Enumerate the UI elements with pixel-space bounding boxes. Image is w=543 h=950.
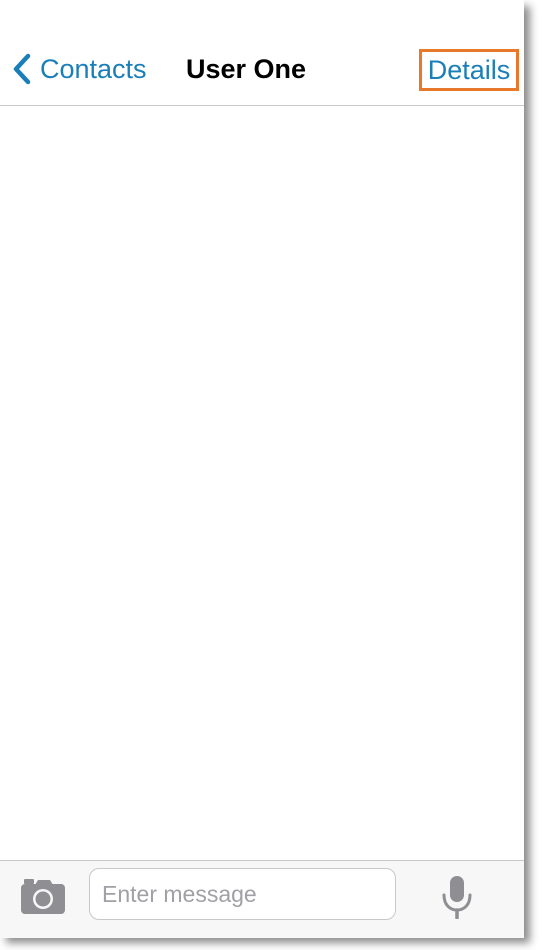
back-to-contacts-button[interactable]: Contacts — [12, 50, 147, 88]
camera-icon — [20, 879, 66, 919]
microphone-icon — [441, 876, 473, 923]
microphone-button[interactable] — [441, 875, 473, 920]
conversation-title: User One — [186, 54, 307, 84]
details-button-label: Details — [427, 55, 511, 85]
details-button[interactable]: Details — [419, 49, 519, 91]
screenshot: Contacts User One Details — [0, 0, 543, 950]
navigation-bar: Contacts User One Details — [0, 0, 524, 106]
back-button-label: Contacts — [40, 54, 147, 84]
chevron-left-icon — [12, 53, 32, 85]
message-list[interactable] — [0, 106, 524, 860]
message-composer — [0, 860, 524, 938]
chat-screen: Contacts User One Details — [0, 0, 524, 938]
message-input[interactable] — [89, 868, 396, 920]
camera-button[interactable] — [20, 879, 66, 915]
